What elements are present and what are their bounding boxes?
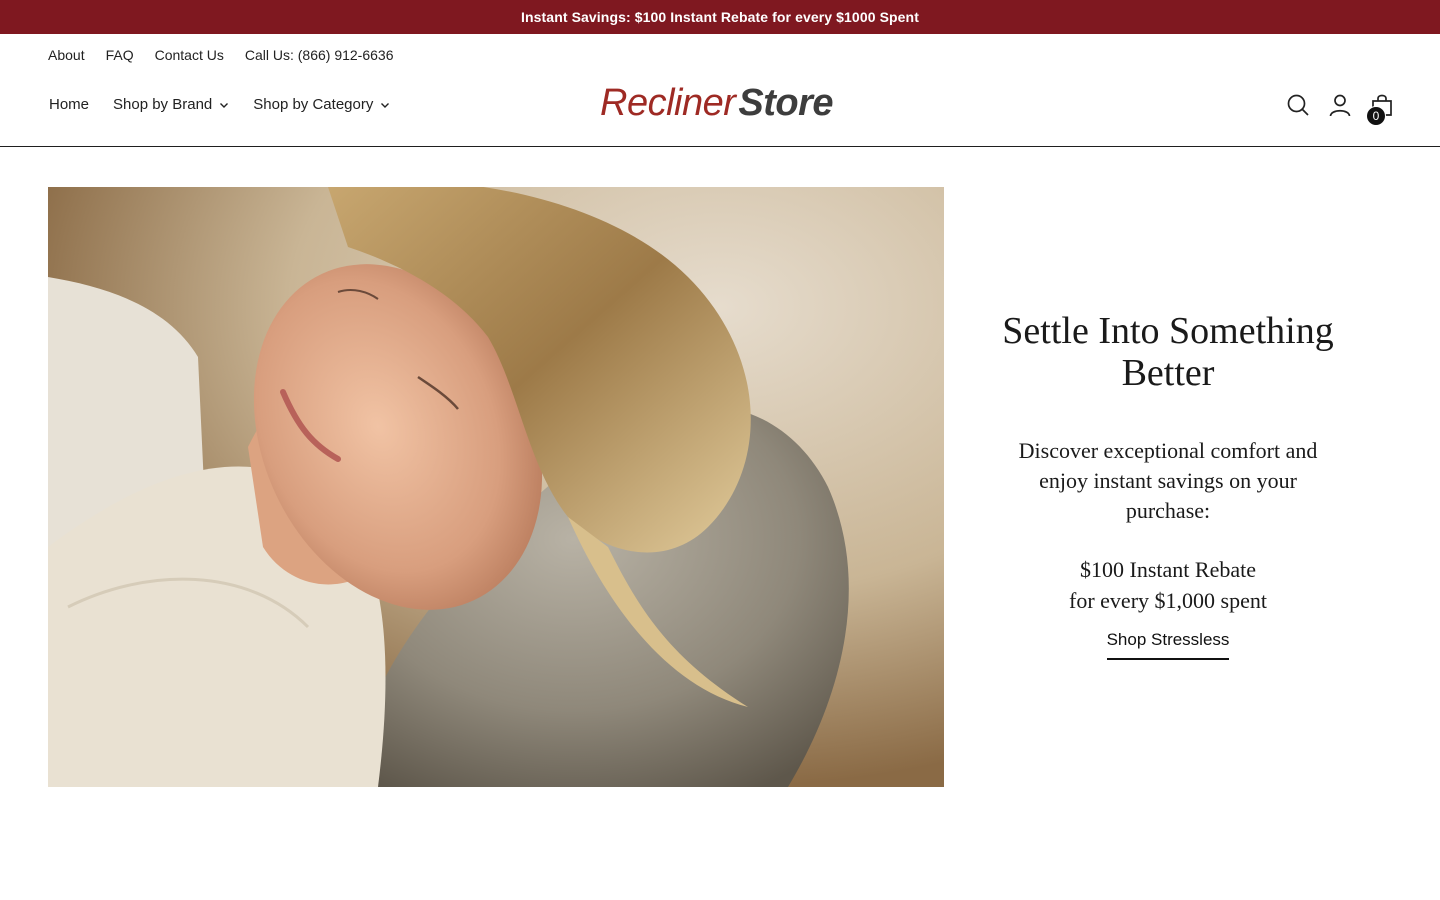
search-icon <box>1287 94 1309 116</box>
chevron-down-icon <box>381 102 390 108</box>
utility-nav: About FAQ Contact Us Call Us: (866) 912-… <box>48 47 394 63</box>
announcement-text: Instant Savings: $100 Instant Rebate for… <box>521 9 919 25</box>
chevron-down-icon <box>220 102 229 108</box>
nav-item-label: Shop by Category <box>253 96 374 113</box>
site-header: About FAQ Contact Us Call Us: (866) 912-… <box>0 34 1440 147</box>
hero-image <box>48 187 944 787</box>
nav-item-label: Shop by Brand <box>113 96 213 113</box>
account-icon <box>1329 94 1351 117</box>
hero-photo-illustration <box>48 187 944 787</box>
hero-content: Settle Into Something Better Discover ex… <box>968 310 1368 660</box>
cart-count-badge: 0 <box>1366 106 1386 126</box>
header-icons: 0 <box>1286 92 1394 126</box>
hero-offer-line-2: for every $1,000 spent <box>1069 588 1267 613</box>
hero-offer: $100 Instant Rebate for every $1,000 spe… <box>968 554 1368 616</box>
main-nav: Home Shop by Brand Shop by Category <box>49 96 390 113</box>
announcement-bar: Instant Savings: $100 Instant Rebate for… <box>0 0 1440 34</box>
hero-title: Settle Into Something Better <box>1002 310 1334 394</box>
util-link-phone[interactable]: Call Us: (866) 912-6636 <box>245 47 394 63</box>
hero-description: Discover exceptional comfort and enjoy i… <box>1018 438 1318 523</box>
nav-item-label: Home <box>49 96 90 113</box>
util-link-about[interactable]: About <box>48 47 85 63</box>
site-logo[interactable]: Recliner Store <box>600 82 834 128</box>
logo-part-store: Store <box>738 82 834 124</box>
util-link-contact[interactable]: Contact Us <box>155 47 224 63</box>
nav-item-shop-by-category[interactable]: Shop by Category <box>253 96 390 113</box>
logo-part-recliner: Recliner <box>600 82 736 124</box>
util-link-faq[interactable]: FAQ <box>106 47 134 63</box>
cart-button[interactable]: 0 <box>1366 92 1394 126</box>
search-button[interactable] <box>1286 92 1310 118</box>
hero-offer-line-1: $100 Instant Rebate <box>1080 557 1256 582</box>
account-button[interactable] <box>1328 92 1352 118</box>
nav-item-shop-by-brand[interactable]: Shop by Brand <box>113 96 229 113</box>
nav-item-home[interactable]: Home <box>49 96 89 113</box>
shop-stressless-link[interactable]: Shop Stressless <box>1106 630 1230 660</box>
